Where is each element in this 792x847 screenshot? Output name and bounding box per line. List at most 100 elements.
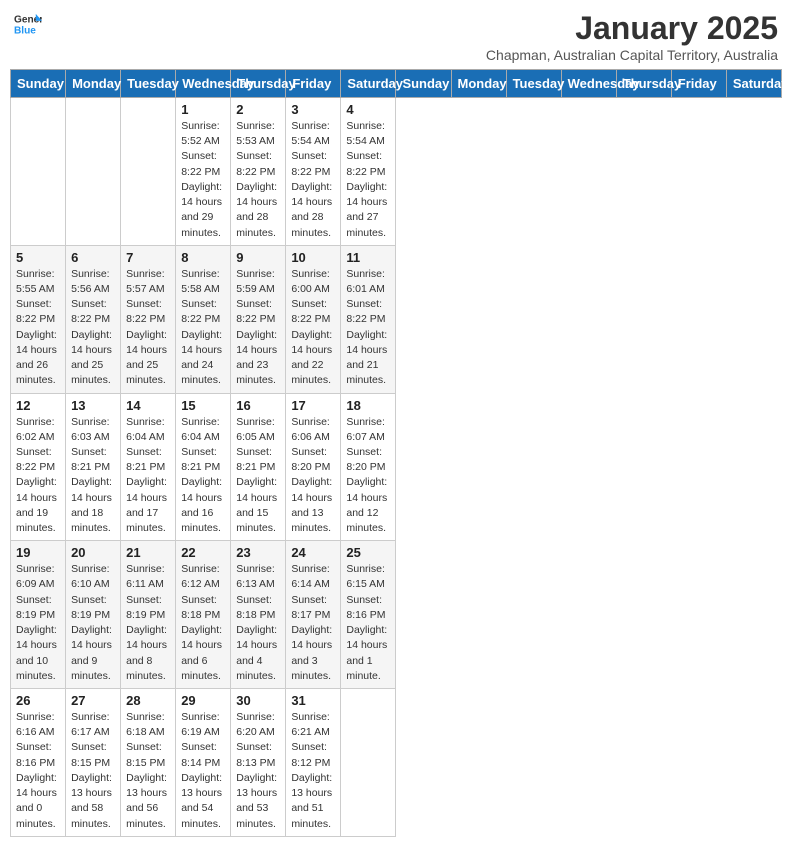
day-info: Sunrise: 6:01 AMSunset: 8:22 PMDaylight:… <box>346 267 390 389</box>
day-info: Sunrise: 6:17 AMSunset: 8:15 PMDaylight:… <box>71 710 115 832</box>
calendar-cell: 28 Sunrise: 6:18 AMSunset: 8:15 PMDayligh… <box>121 689 176 837</box>
title-block: January 2025 Chapman, Australian Capital… <box>486 10 778 63</box>
svg-text:Blue: Blue <box>14 25 36 36</box>
day-info: Sunrise: 6:18 AMSunset: 8:15 PMDaylight:… <box>126 710 170 832</box>
day-number: 21 <box>126 545 170 560</box>
calendar-cell: 22 Sunrise: 6:12 AMSunset: 8:18 PMDayligh… <box>176 541 231 689</box>
calendar-week-4: 19 Sunrise: 6:09 AMSunset: 8:19 PMDayligh… <box>11 541 782 689</box>
calendar-week-2: 5Sunrise: 5:55 AMSunset: 8:22 PMDaylight… <box>11 245 782 393</box>
calendar-cell: 2 Sunrise: 5:53 AMSunset: 8:22 PMDaylight… <box>231 98 286 246</box>
calendar-cell: 21 Sunrise: 6:11 AMSunset: 8:19 PMDayligh… <box>121 541 176 689</box>
day-info: Sunrise: 5:54 AMSunset: 8:22 PMDaylight:… <box>346 119 390 241</box>
day-number: 7 <box>126 250 170 265</box>
day-info: Sunrise: 5:56 AMSunset: 8:22 PMDaylight:… <box>71 267 115 389</box>
day-number: 19 <box>16 545 60 560</box>
header-day-friday: Friday <box>286 70 341 98</box>
day-info: Sunrise: 6:11 AMSunset: 8:19 PMDaylight:… <box>126 562 170 684</box>
calendar-cell <box>66 98 121 246</box>
calendar-cell: 27 Sunrise: 6:17 AMSunset: 8:15 PMDayligh… <box>66 689 121 837</box>
day-info: Sunrise: 6:07 AMSunset: 8:20 PMDaylight:… <box>346 415 390 537</box>
calendar-cell: 19 Sunrise: 6:09 AMSunset: 8:19 PMDayligh… <box>11 541 66 689</box>
day-number: 8 <box>181 250 225 265</box>
location-title: Chapman, Australian Capital Territory, A… <box>486 47 778 63</box>
day-info: Sunrise: 6:15 AMSunset: 8:16 PMDaylight:… <box>346 562 390 684</box>
calendar-cell: 30 Sunrise: 6:20 AMSunset: 8:13 PMDayligh… <box>231 689 286 837</box>
calendar-cell: 15Sunrise: 6:04 AMSunset: 8:21 PMDayligh… <box>176 393 231 541</box>
day-number: 26 <box>16 693 60 708</box>
day-number: 22 <box>181 545 225 560</box>
day-info: Sunrise: 6:20 AMSunset: 8:13 PMDaylight:… <box>236 710 280 832</box>
calendar-cell: 26Sunrise: 6:16 AMSunset: 8:16 PMDayligh… <box>11 689 66 837</box>
calendar-cell: 3Sunrise: 5:54 AMSunset: 8:22 PMDaylight… <box>286 98 341 246</box>
day-info: Sunrise: 6:21 AMSunset: 8:12 PMDaylight:… <box>291 710 335 832</box>
calendar-week-3: 12Sunrise: 6:02 AMSunset: 8:22 PMDayligh… <box>11 393 782 541</box>
day-info: Sunrise: 6:10 AMSunset: 8:19 PMDaylight:… <box>71 562 115 684</box>
day-info: Sunrise: 6:03 AMSunset: 8:21 PMDaylight:… <box>71 415 115 537</box>
day-info: Sunrise: 5:58 AMSunset: 8:22 PMDaylight:… <box>181 267 225 389</box>
day-number: 1 <box>181 102 225 117</box>
day-number: 29 <box>181 693 225 708</box>
calendar-cell: 9Sunrise: 5:59 AMSunset: 8:22 PMDaylight… <box>231 245 286 393</box>
day-number: 14 <box>126 398 170 413</box>
calendar-cell: 24 Sunrise: 6:14 AMSunset: 8:17 PMDayligh… <box>286 541 341 689</box>
calendar-cell: 17 Sunrise: 6:06 AMSunset: 8:20 PMDayligh… <box>286 393 341 541</box>
calendar-cell: 5Sunrise: 5:55 AMSunset: 8:22 PMDaylight… <box>11 245 66 393</box>
day-number: 27 <box>71 693 115 708</box>
day-number: 13 <box>71 398 115 413</box>
header-day-sunday: Sunday <box>11 70 66 98</box>
calendar-cell: 12Sunrise: 6:02 AMSunset: 8:22 PMDayligh… <box>11 393 66 541</box>
month-title: January 2025 <box>486 10 778 47</box>
header-friday: Friday <box>671 70 726 98</box>
day-info: Sunrise: 6:04 AMSunset: 8:21 PMDaylight:… <box>126 415 170 537</box>
day-info: Sunrise: 5:57 AMSunset: 8:22 PMDaylight:… <box>126 267 170 389</box>
page-header: General Blue January 2025 Chapman, Austr… <box>10 10 782 63</box>
day-info: Sunrise: 6:14 AMSunset: 8:17 PMDaylight:… <box>291 562 335 684</box>
day-info: Sunrise: 6:09 AMSunset: 8:19 PMDaylight:… <box>16 562 60 684</box>
calendar-cell: 1 Sunrise: 5:52 AMSunset: 8:22 PMDaylight… <box>176 98 231 246</box>
day-number: 17 <box>291 398 335 413</box>
calendar-cell: 25 Sunrise: 6:15 AMSunset: 8:16 PMDayligh… <box>341 541 396 689</box>
calendar-cell: 7 Sunrise: 5:57 AMSunset: 8:22 PMDaylight… <box>121 245 176 393</box>
header-tuesday: Tuesday <box>506 70 561 98</box>
header-day-thursday: Thursday <box>231 70 286 98</box>
day-info: Sunrise: 6:00 AMSunset: 8:22 PMDaylight:… <box>291 267 335 389</box>
day-info: Sunrise: 6:06 AMSunset: 8:20 PMDaylight:… <box>291 415 335 537</box>
calendar-cell: 29 Sunrise: 6:19 AMSunset: 8:14 PMDayligh… <box>176 689 231 837</box>
calendar-week-5: 26Sunrise: 6:16 AMSunset: 8:16 PMDayligh… <box>11 689 782 837</box>
day-info: Sunrise: 6:02 AMSunset: 8:22 PMDaylight:… <box>16 415 60 537</box>
day-info: Sunrise: 5:53 AMSunset: 8:22 PMDaylight:… <box>236 119 280 241</box>
day-number: 24 <box>291 545 335 560</box>
calendar-cell: 4Sunrise: 5:54 AMSunset: 8:22 PMDaylight… <box>341 98 396 246</box>
header-day-wednesday: Wednesday <box>176 70 231 98</box>
day-info: Sunrise: 5:55 AMSunset: 8:22 PMDaylight:… <box>16 267 60 389</box>
calendar-cell: 8 Sunrise: 5:58 AMSunset: 8:22 PMDaylight… <box>176 245 231 393</box>
day-info: Sunrise: 6:19 AMSunset: 8:14 PMDaylight:… <box>181 710 225 832</box>
logo-icon: General Blue <box>14 10 42 38</box>
day-number: 28 <box>126 693 170 708</box>
calendar-cell: 16Sunrise: 6:05 AMSunset: 8:21 PMDayligh… <box>231 393 286 541</box>
header-monday: Monday <box>451 70 506 98</box>
calendar-cell: 23Sunrise: 6:13 AMSunset: 8:18 PMDayligh… <box>231 541 286 689</box>
day-info: Sunrise: 6:12 AMSunset: 8:18 PMDaylight:… <box>181 562 225 684</box>
day-number: 6 <box>71 250 115 265</box>
day-number: 30 <box>236 693 280 708</box>
day-info: Sunrise: 5:52 AMSunset: 8:22 PMDaylight:… <box>181 119 225 241</box>
day-number: 20 <box>71 545 115 560</box>
calendar-cell: 14 Sunrise: 6:04 AMSunset: 8:21 PMDayligh… <box>121 393 176 541</box>
day-info: Sunrise: 6:04 AMSunset: 8:21 PMDaylight:… <box>181 415 225 537</box>
calendar-cell <box>121 98 176 246</box>
header-day-monday: Monday <box>66 70 121 98</box>
day-info: Sunrise: 6:13 AMSunset: 8:18 PMDaylight:… <box>236 562 280 684</box>
calendar-header-row: SundayMondayTuesdayWednesdayThursdayFrid… <box>11 70 782 98</box>
header-saturday: Saturday <box>726 70 781 98</box>
day-number: 25 <box>346 545 390 560</box>
header-day-tuesday: Tuesday <box>121 70 176 98</box>
calendar-cell: 13 Sunrise: 6:03 AMSunset: 8:21 PMDayligh… <box>66 393 121 541</box>
calendar-cell <box>341 689 396 837</box>
calendar-cell: 11Sunrise: 6:01 AMSunset: 8:22 PMDayligh… <box>341 245 396 393</box>
day-number: 3 <box>291 102 335 117</box>
calendar-cell: 31Sunrise: 6:21 AMSunset: 8:12 PMDayligh… <box>286 689 341 837</box>
day-number: 2 <box>236 102 280 117</box>
day-number: 10 <box>291 250 335 265</box>
header-day-saturday: Saturday <box>341 70 396 98</box>
